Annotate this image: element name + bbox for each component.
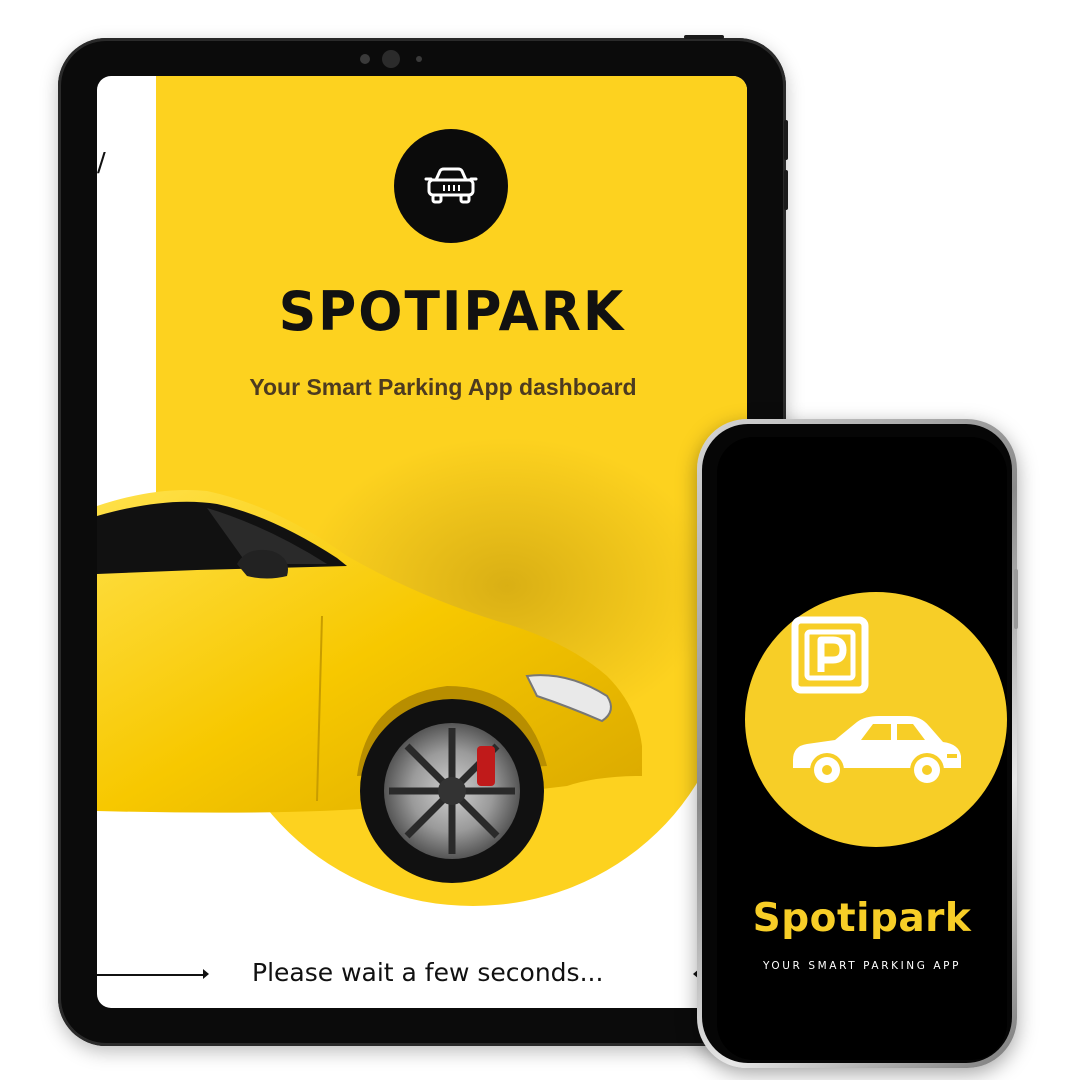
phone-logo-circle <box>745 592 1007 847</box>
car-front-icon <box>394 129 508 243</box>
app-subtitle: Your Smart Parking App dashboard <box>249 374 637 400</box>
phone-app-subtitle: YOUR SMART PARKING APP <box>762 960 962 972</box>
arrow-right-icon <box>203 969 209 979</box>
tablet-camera-dot <box>360 54 370 64</box>
tablet-camera-lens <box>382 50 400 68</box>
loading-indicator: Please wait a few seconds... <box>97 954 747 994</box>
tablet-camera-dot <box>416 56 422 62</box>
tablet-device: / SPOTIPARK Your Smart Parking App dashb… <box>58 35 788 1046</box>
car-side-icon <box>793 716 961 787</box>
app-title: SPOTIPARK <box>278 280 626 344</box>
loading-text: Please wait a few seconds... <box>252 958 604 987</box>
phone-device: Spotipark YOUR SMART PARKING APP <box>697 419 1018 1068</box>
phone-screen: Spotipark YOUR SMART PARKING APP <box>717 437 1007 1060</box>
parking-sign-icon <box>791 616 869 694</box>
phone-side-button <box>1014 569 1018 629</box>
tablet-top-button <box>684 35 724 39</box>
phone-app-title: Spotipark <box>752 896 972 941</box>
tablet-screen: / SPOTIPARK Your Smart Parking App dashb… <box>97 76 747 1008</box>
corner-mark: / <box>97 148 106 178</box>
tablet-side-button <box>784 120 788 160</box>
tablet-side-button <box>784 170 788 210</box>
phone-bezel: Spotipark YOUR SMART PARKING APP <box>702 424 1012 1063</box>
yellow-car-image <box>97 490 642 883</box>
loading-line <box>97 974 205 976</box>
